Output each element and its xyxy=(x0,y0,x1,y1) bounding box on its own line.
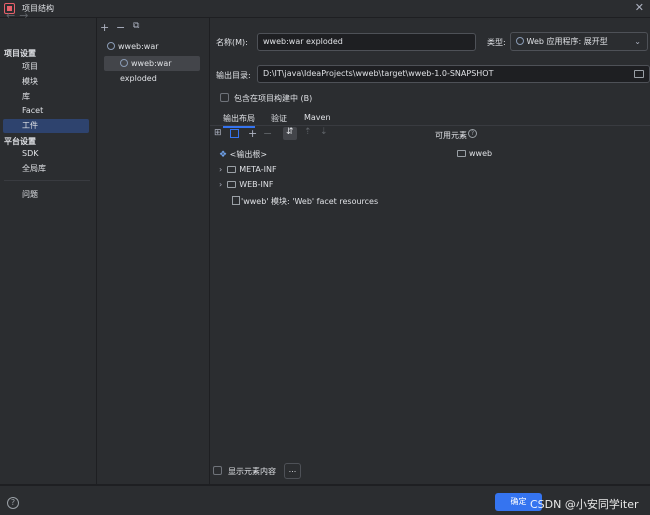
settings-nav xyxy=(0,18,97,484)
show-content-label: 显示元素内容 xyxy=(228,467,276,476)
nav-item-global-libraries[interactable]: 全局库 xyxy=(22,163,46,174)
copy-icon[interactable]: ⧉ xyxy=(133,21,139,31)
remove-element-icon[interactable]: − xyxy=(263,127,272,140)
watermark: CSDN @小安同学iter xyxy=(530,498,639,511)
artifacts-panel xyxy=(97,18,210,484)
section-project-settings: 项目设置 xyxy=(4,49,36,58)
new-directory-icon[interactable]: ⊞ xyxy=(214,128,222,138)
artifact-icon xyxy=(107,42,115,50)
output-root-label: <输出根> xyxy=(229,150,268,159)
nav-item-artifacts[interactable]: 工件 xyxy=(3,119,89,133)
type-value: Web 应用程序: 展开型 xyxy=(526,37,608,46)
type-select[interactable]: Web 应用程序: 展开型 ⌄ xyxy=(510,32,648,51)
nav-item-problems[interactable]: 问题 xyxy=(22,189,38,200)
show-content-checkbox[interactable] xyxy=(213,466,222,475)
available-element-wweb[interactable]: wweb xyxy=(457,149,492,158)
close-icon[interactable]: ✕ xyxy=(635,1,644,14)
include-in-build-checkbox[interactable] xyxy=(220,93,229,102)
sort-icon[interactable]: ⇵ xyxy=(283,127,297,140)
help-icon[interactable]: ? xyxy=(468,129,477,138)
module-folder-icon xyxy=(457,150,466,157)
title-bar xyxy=(0,0,650,18)
artifact-label: wweb:war xyxy=(118,42,159,51)
section-platform-settings: 平台设置 xyxy=(4,137,36,146)
move-up-icon[interactable]: ⇡ xyxy=(304,127,312,137)
remove-icon[interactable]: − xyxy=(116,21,125,34)
artifact-icon xyxy=(120,59,128,67)
artifact-item-selected[interactable]: wweb:war exploded xyxy=(104,56,200,83)
facet-resource-icon xyxy=(232,196,240,205)
nav-item-project[interactable]: 项目 xyxy=(22,61,38,72)
nav-item-sdk[interactable]: SDK xyxy=(22,149,38,158)
nav-item-libraries[interactable]: 库 xyxy=(22,91,30,102)
archive-icon[interactable] xyxy=(230,129,239,138)
add-icon[interactable]: + xyxy=(100,21,109,34)
output-root-icon: ❖ xyxy=(219,150,228,160)
artifact-item[interactable]: wweb:war xyxy=(107,42,159,51)
back-forward-icon[interactable]: ←→ xyxy=(6,9,32,22)
folder-icon xyxy=(227,181,237,188)
help-button[interactable]: ? xyxy=(7,497,19,509)
output-dir-label: 输出目录: xyxy=(216,71,251,80)
chevron-down-icon: ⌄ xyxy=(634,37,641,46)
nav-item-modules[interactable]: 模块 xyxy=(22,76,38,87)
output-dir-value: D:\IT\java\IdeaProjects\wweb\target\wweb… xyxy=(263,69,494,78)
tab-validation[interactable]: 验证 xyxy=(271,113,287,124)
tree-node-label: 'wweb' 模块: 'Web' facet resources xyxy=(241,197,379,206)
include-in-build-label: 包含在项目构建中 (B) xyxy=(234,94,313,103)
chevron-right-icon: › xyxy=(219,165,223,174)
available-elements-label: 可用元素 xyxy=(435,131,467,140)
output-dir-input[interactable]: D:\IT\java\IdeaProjects\wweb\target\wweb… xyxy=(257,65,650,83)
name-label: 名称(M): xyxy=(216,38,248,47)
add-copy-icon[interactable]: + xyxy=(248,127,257,140)
type-label: 类型: xyxy=(487,38,506,47)
folder-icon[interactable] xyxy=(634,70,644,78)
more-button[interactable]: ... xyxy=(284,463,301,479)
tree-node-meta-inf[interactable]: › META-INF xyxy=(219,165,277,174)
name-input[interactable]: wweb:war exploded xyxy=(257,33,476,51)
tree-output-root[interactable]: ❖ <输出根> xyxy=(219,149,267,160)
tabs-divider xyxy=(210,125,650,126)
tree-node-facet-resources[interactable]: 'wweb' 模块: 'Web' facet resources xyxy=(232,196,378,207)
nav-item-facets[interactable]: Facet xyxy=(22,106,43,115)
available-element-label: wweb xyxy=(469,149,493,158)
tree-node-label: META-INF xyxy=(239,165,277,174)
tree-node-web-inf[interactable]: › WEB-INF xyxy=(219,180,274,189)
tab-maven[interactable]: Maven xyxy=(304,113,331,122)
move-down-icon[interactable]: ⇣ xyxy=(320,127,328,137)
chevron-right-icon: › xyxy=(219,180,223,189)
folder-icon xyxy=(227,166,237,173)
tree-node-label: WEB-INF xyxy=(239,180,274,189)
artifact-editor xyxy=(210,18,650,484)
web-app-icon xyxy=(516,37,524,45)
nav-divider xyxy=(4,180,90,181)
